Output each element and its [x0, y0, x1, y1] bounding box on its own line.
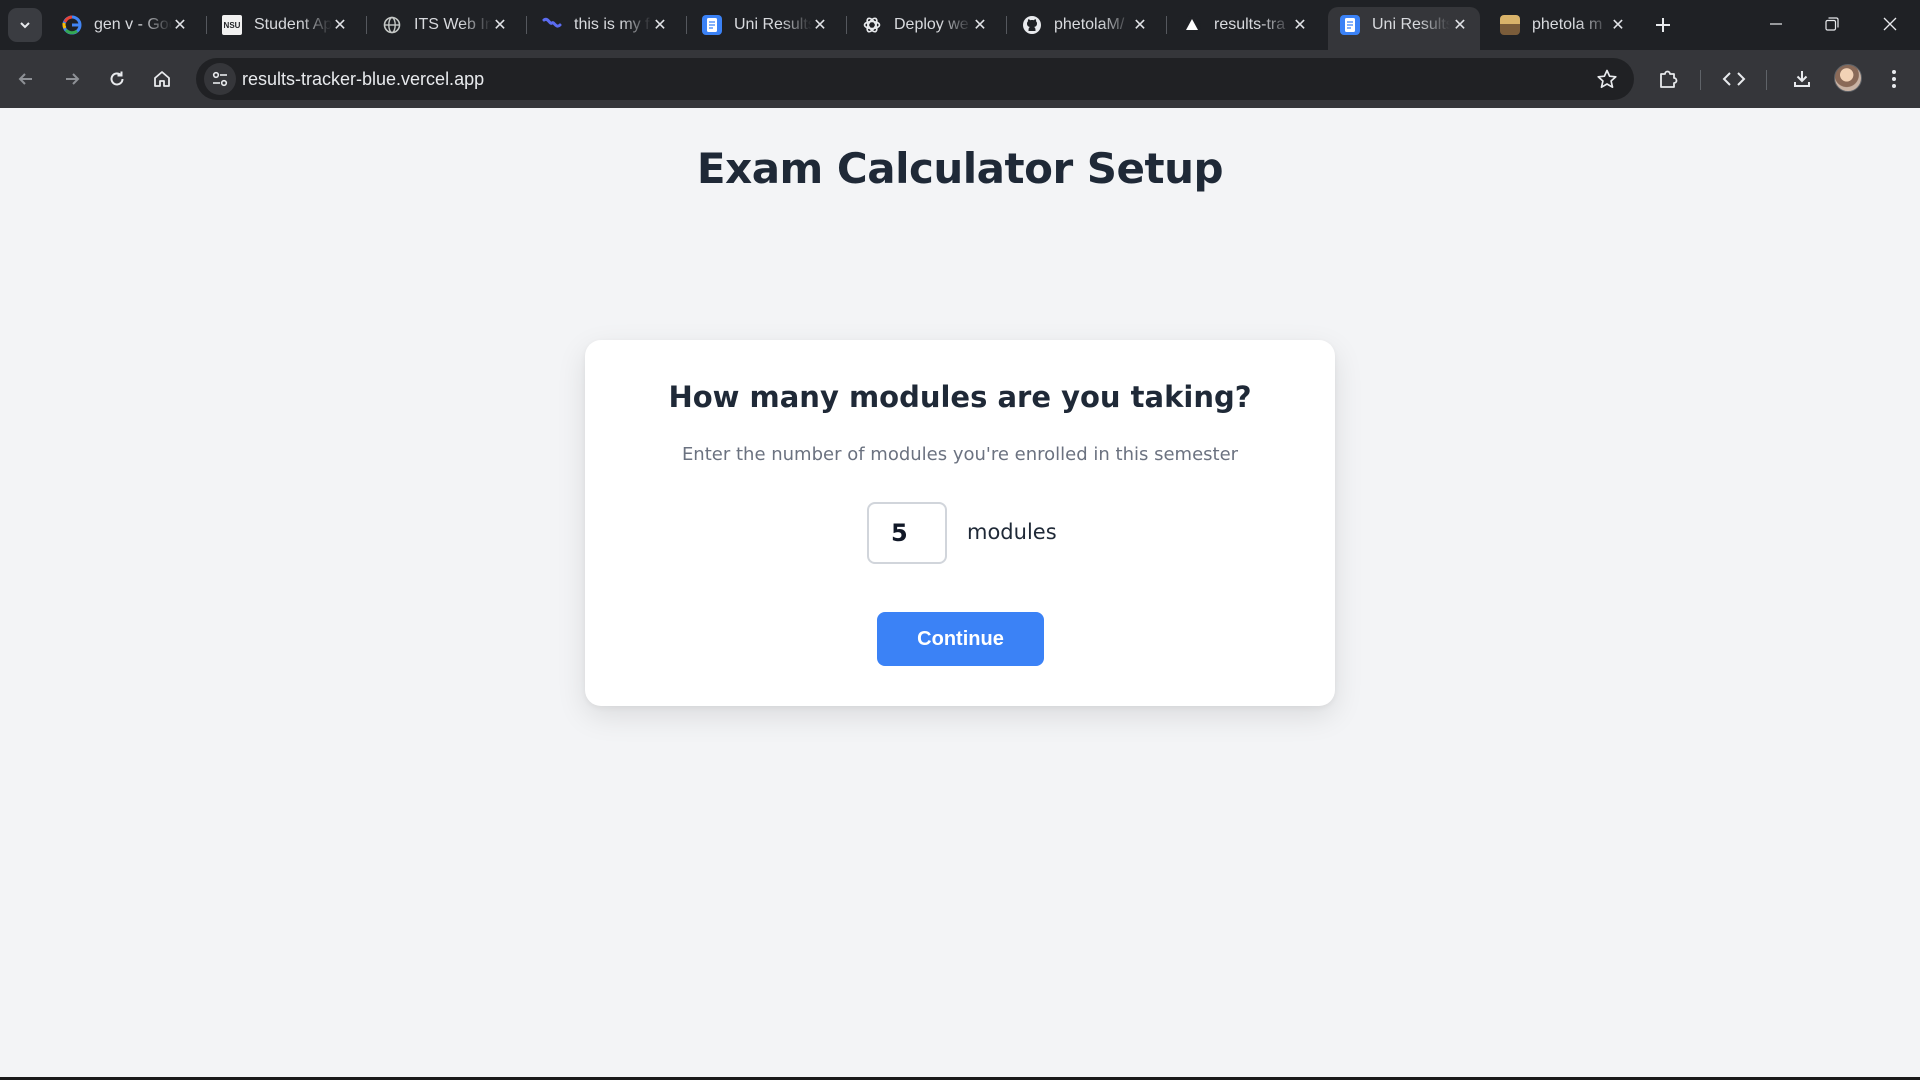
tab-strip: gen v - Google Search ✕ NSU Student Ap ✕…: [0, 0, 1920, 50]
tab-separator: [1006, 16, 1007, 34]
toolbar-separator: [1766, 70, 1767, 90]
tab-title: Deploy we: [894, 16, 969, 33]
toolbar-separator: [1700, 70, 1701, 90]
browser-tab-active[interactable]: Uni Results ✕: [1328, 7, 1480, 50]
tab-title: phetola m: [1532, 16, 1603, 33]
tab-title: Uni Results: [1372, 16, 1450, 33]
browser-toolbar: results-tracker-blue.vercel.app: [0, 50, 1920, 108]
plus-icon: [1656, 18, 1670, 32]
site-info-button[interactable]: [204, 63, 236, 95]
reload-icon: [110, 71, 124, 86]
chevron-down-icon: [20, 22, 30, 29]
downloads-button[interactable]: [1786, 63, 1818, 95]
browser-tab[interactable]: this is my f ✕: [530, 7, 680, 43]
forward-button[interactable]: [56, 63, 88, 95]
tab-title: Uni Results: [734, 16, 812, 33]
globe-icon: [382, 15, 402, 35]
tab-title: results-tra: [1214, 16, 1286, 33]
page-title: Exam Calculator Setup: [696, 144, 1224, 193]
google-icon: [62, 15, 82, 35]
document-icon: [702, 15, 722, 35]
tab-separator: [526, 16, 527, 34]
home-icon: [154, 71, 170, 87]
browser-tab[interactable]: phetolaM/ ✕: [1010, 7, 1160, 43]
browser-tab[interactable]: Uni Results ✕: [690, 7, 840, 43]
tab-title: ITS Web In: [414, 16, 492, 33]
image-icon: [1500, 15, 1520, 35]
tab-separator: [366, 16, 367, 34]
tune-icon: [212, 71, 228, 87]
continue-button[interactable]: Continue: [877, 612, 1044, 666]
tab-title: phetolaM/: [1054, 16, 1125, 33]
more-vertical-icon: [1892, 70, 1896, 88]
tab-title: Student Ap: [254, 16, 332, 33]
restore-button[interactable]: [1804, 6, 1860, 42]
tab-separator: [846, 16, 847, 34]
modules-suffix-label: modules: [967, 520, 1057, 544]
close-tab-icon[interactable]: ✕: [808, 13, 832, 37]
url-text: results-tracker-blue.vercel.app: [242, 69, 485, 89]
browser-tab[interactable]: gen v - Google Search ✕: [50, 7, 200, 43]
document-icon: [1340, 15, 1360, 35]
close-tab-icon[interactable]: ✕: [648, 13, 672, 37]
tab-separator: [686, 16, 687, 34]
browser-tab[interactable]: NSU Student Ap ✕: [210, 7, 360, 43]
address-bar[interactable]: results-tracker-blue.vercel.app: [196, 58, 1634, 100]
close-tab-icon[interactable]: ✕: [328, 13, 352, 37]
close-tab-icon[interactable]: ✕: [488, 13, 512, 37]
star-icon: [1597, 69, 1617, 89]
tab-search-button[interactable]: [8, 8, 42, 42]
tab-title: gen v - Google Search: [94, 16, 172, 33]
browser-tab[interactable]: results-tra ✕: [1170, 7, 1320, 43]
download-icon: [1794, 71, 1810, 87]
back-button[interactable]: [10, 63, 42, 95]
extensions-button[interactable]: [1652, 63, 1684, 95]
tab-separator: [206, 16, 207, 34]
bookmark-star-button[interactable]: [1594, 66, 1620, 92]
close-tab-icon[interactable]: ✕: [1606, 13, 1630, 37]
minimize-button[interactable]: [1748, 6, 1804, 42]
restore-icon: [1825, 17, 1839, 31]
card-heading: How many modules are you taking?: [668, 380, 1252, 414]
arrow-left-icon: [18, 73, 32, 85]
reload-button[interactable]: [101, 63, 133, 95]
code-icon: [1722, 72, 1746, 86]
close-tab-icon[interactable]: ✕: [168, 13, 192, 37]
vercel-icon: [1182, 15, 1202, 35]
arrow-right-icon: [66, 73, 80, 85]
tab-title: this is my f: [574, 16, 650, 33]
close-window-button[interactable]: [1862, 6, 1918, 42]
browser-tab[interactable]: Deploy we ✕: [850, 7, 1000, 43]
devtools-button[interactable]: [1718, 63, 1750, 95]
setup-card: How many modules are you taking? Enter t…: [585, 340, 1335, 706]
chat-icon: [542, 15, 562, 35]
university-icon: NSU: [222, 15, 242, 35]
close-tab-icon[interactable]: ✕: [1288, 13, 1312, 37]
github-icon: [1022, 15, 1042, 35]
page-content: Exam Calculator Setup How many modules a…: [0, 108, 1920, 1078]
puzzle-icon: [1660, 70, 1678, 88]
close-tab-icon[interactable]: ✕: [968, 13, 992, 37]
tab-separator: [1166, 16, 1167, 34]
module-count-input[interactable]: [867, 502, 947, 564]
close-tab-icon[interactable]: ✕: [1448, 13, 1472, 37]
openai-icon: [862, 15, 882, 35]
close-tab-icon[interactable]: ✕: [1128, 13, 1152, 37]
browser-menu-button[interactable]: [1878, 63, 1910, 95]
profile-avatar[interactable]: [1834, 64, 1862, 92]
close-icon: [1883, 17, 1897, 31]
browser-tab[interactable]: phetola m ✕: [1488, 7, 1638, 43]
new-tab-button[interactable]: [1648, 10, 1678, 40]
home-button[interactable]: [146, 63, 178, 95]
browser-tab[interactable]: ITS Web In ✕: [370, 7, 520, 43]
card-description: Enter the number of modules you're enrol…: [681, 444, 1239, 465]
minimize-icon: [1770, 23, 1782, 25]
